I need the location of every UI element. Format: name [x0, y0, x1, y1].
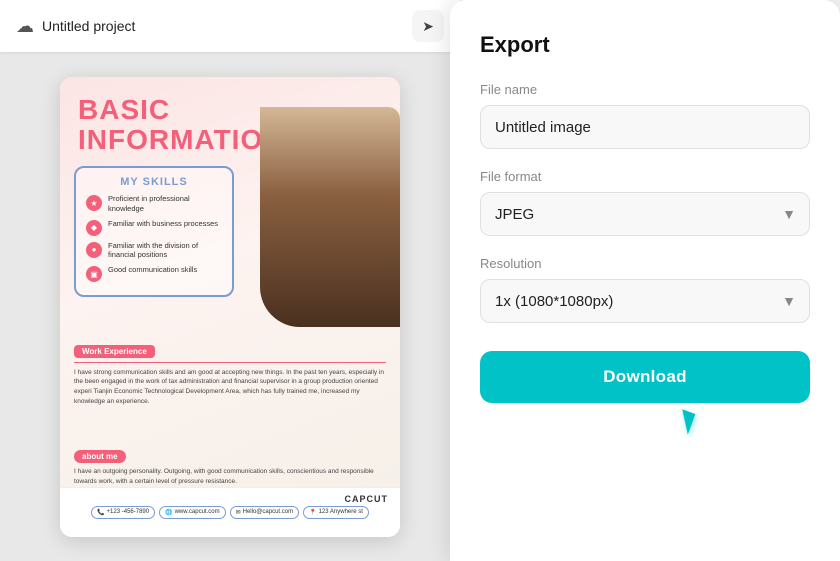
skill-item-1: ★ Proficient in professional knowledge	[86, 194, 222, 214]
work-experience-label: Work Experience	[74, 345, 155, 358]
work-experience-section: Work Experience I have strong communicat…	[60, 341, 400, 407]
skill-icon-3: ●	[86, 242, 102, 258]
resolution-wrapper: 1x (1080*1080px) 2x (2160*2160px) 0.5x (…	[480, 279, 810, 323]
skill-icon-2: ◆	[86, 220, 102, 236]
capcut-watermark: CAPCUT	[345, 494, 389, 504]
export-panel: Export File name File format JPEG PNG SV…	[450, 0, 840, 561]
file-name-input[interactable]	[480, 105, 810, 149]
about-me-section: about me I have an outgoing personality.…	[60, 446, 400, 487]
cloud-icon: ☁	[16, 16, 34, 37]
send-button[interactable]: ➤	[412, 10, 444, 42]
file-format-wrapper: JPEG PNG SVG PDF ▼	[480, 192, 810, 236]
about-me-text: I have an outgoing personality. Outgoing…	[74, 467, 386, 487]
skill-icon-4: ▣	[86, 266, 102, 282]
top-bar: ☁ Untitled project ➤	[0, 0, 460, 52]
contact-bar: CAPCUT 📞 +123 -456-7890 🌐 www.capcut.com…	[60, 487, 400, 537]
skill-text-1: Proficient in professional knowledge	[108, 194, 222, 214]
skill-icon-1: ★	[86, 195, 102, 211]
skill-text-4: Good communication skills	[108, 265, 197, 275]
skill-text-2: Familiar with business processes	[108, 219, 218, 229]
canvas-area: BASIC INFORMATION MY SKILLS ★ Proficient…	[44, 52, 416, 561]
skills-box: MY SKILLS ★ Proficient in professional k…	[74, 166, 234, 297]
resolution-label: Resolution	[480, 256, 810, 271]
contact-address: 📍 123 Anywhere st	[303, 506, 369, 519]
project-title: Untitled project	[42, 18, 404, 34]
resolution-select[interactable]: 1x (1080*1080px) 2x (2160*2160px) 0.5x (…	[480, 279, 810, 323]
skill-item-2: ◆ Familiar with business processes	[86, 219, 222, 236]
contact-email: ✉ Hello@capcut.com	[230, 506, 299, 519]
file-format-label: File format	[480, 169, 810, 184]
contact-web: 🌐 www.capcut.com	[159, 506, 226, 519]
export-title: Export	[480, 32, 810, 58]
contact-phone: 📞 +123 -456-7890	[91, 506, 155, 519]
editor-area: ☁ Untitled project ➤ BASIC INFORMATION M…	[0, 0, 460, 561]
contact-pills: 📞 +123 -456-7890 🌐 www.capcut.com ✉ Hell…	[91, 506, 369, 519]
skills-title: MY SKILLS	[86, 176, 222, 188]
skill-item-3: ● Familiar with the division of financia…	[86, 241, 222, 261]
download-button[interactable]: Download	[480, 351, 810, 403]
work-experience-text: I have strong communication skills and a…	[74, 368, 386, 407]
poster-photo	[260, 107, 400, 327]
file-format-select[interactable]: JPEG PNG SVG PDF	[480, 192, 810, 236]
about-me-label: about me	[74, 450, 126, 463]
file-name-label: File name	[480, 82, 810, 97]
skill-text-3: Familiar with the division of financial …	[108, 241, 222, 261]
skill-item-4: ▣ Good communication skills	[86, 265, 222, 282]
poster-preview: BASIC INFORMATION MY SKILLS ★ Proficient…	[60, 77, 400, 537]
